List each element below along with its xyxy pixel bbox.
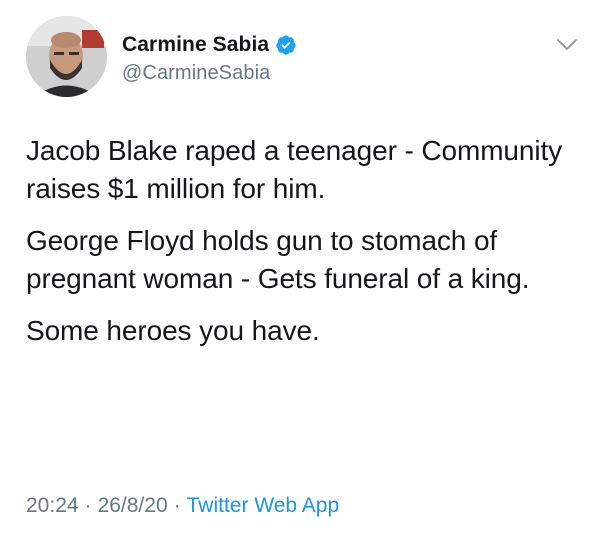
meta-separator: ·: [84, 494, 92, 517]
tweet-date[interactable]: 26/8/20: [98, 494, 168, 517]
tweet-meta: 20:24 · 26/8/20 · Twitter Web App: [26, 494, 339, 518]
meta-separator: ·: [173, 494, 181, 517]
tweet-source-link[interactable]: Twitter Web App: [187, 494, 340, 517]
chevron-down-icon[interactable]: [556, 38, 578, 52]
verified-badge-icon: [275, 34, 297, 56]
tweet-text: Jacob Blake raped a teenager - Community…: [26, 132, 581, 364]
tweet-time[interactable]: 20:24: [26, 494, 79, 517]
tweet-paragraph: Jacob Blake raped a teenager - Community…: [26, 135, 563, 204]
avatar-image: [26, 16, 107, 97]
name-row: Carmine Sabia: [122, 31, 297, 59]
user-info: Carmine Sabia @CarmineSabia: [122, 31, 297, 85]
user-handle[interactable]: @CarmineSabia: [122, 62, 297, 85]
avatar[interactable]: [26, 16, 107, 97]
tweet-header: Carmine Sabia @CarmineSabia: [26, 16, 586, 100]
tweet-paragraph: George Floyd holds gun to stomach of pre…: [26, 225, 530, 294]
tweet-card: Carmine Sabia @CarmineSabia Jacob Blake …: [0, 0, 600, 536]
tweet-paragraph: Some heroes you have.: [26, 315, 320, 346]
display-name[interactable]: Carmine Sabia: [122, 33, 269, 57]
